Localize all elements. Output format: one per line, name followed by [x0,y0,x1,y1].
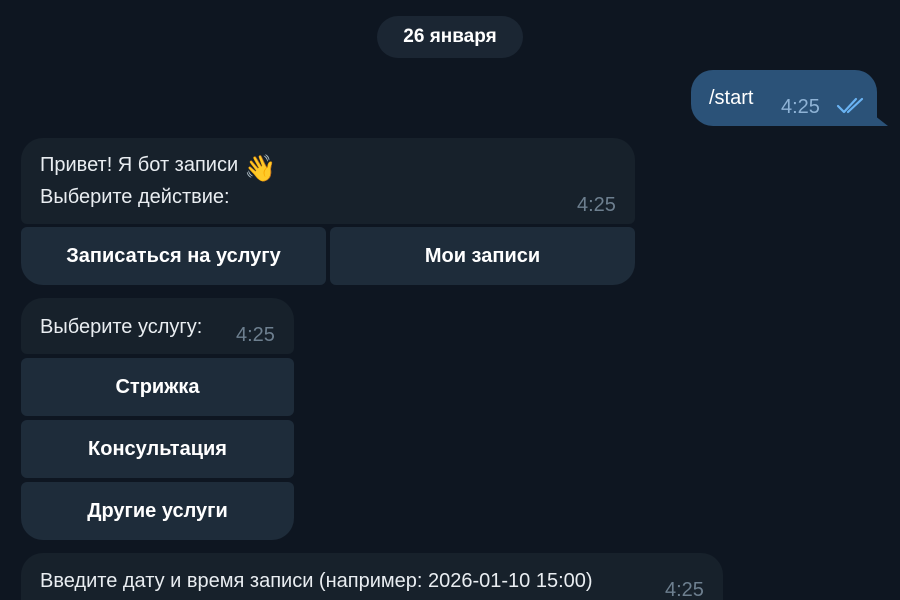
message-line: Выберите услугу: [40,316,203,338]
outgoing-message[interactable]: /start 4:25 [691,70,877,126]
message-time: 4:25 [665,579,704,600]
waving-hand-icon: 👋 [244,153,277,183]
message-time: 4:25 [781,96,820,118]
inline-button-other-services[interactable]: Другие услуги [21,482,294,540]
incoming-message[interactable]: Введите дату и время записи (например: 2… [21,553,723,600]
message-line: Выберите действие: [40,186,230,208]
outgoing-bubble-tail [870,112,888,126]
inline-button-consultation[interactable]: Консультация [21,420,294,478]
inline-button-haircut[interactable]: Стрижка [21,358,294,416]
incoming-message[interactable]: Привет! Я бот записи 👋 Выберите действие:… [21,138,635,224]
message-line: Привет! Я бот записи 👋 [40,153,277,183]
inline-button-my-bookings[interactable]: Мои записи [330,227,635,285]
message-text: Привет! Я бот записи [40,154,239,176]
message-line: Введите дату и время записи (например: 2… [40,570,593,592]
inline-button-book-service[interactable]: Записаться на услугу [21,227,326,285]
double-check-icon [836,97,864,114]
incoming-message[interactable]: Выберите услугу: 4:25 [21,298,294,354]
message-time: 4:25 [236,324,275,346]
message-time: 4:25 [577,194,616,216]
message-text: /start [709,87,754,109]
date-separator: 26 января [377,16,523,58]
chat-view: 26 января /start 4:25 Привет! Я бот запи… [0,0,900,600]
